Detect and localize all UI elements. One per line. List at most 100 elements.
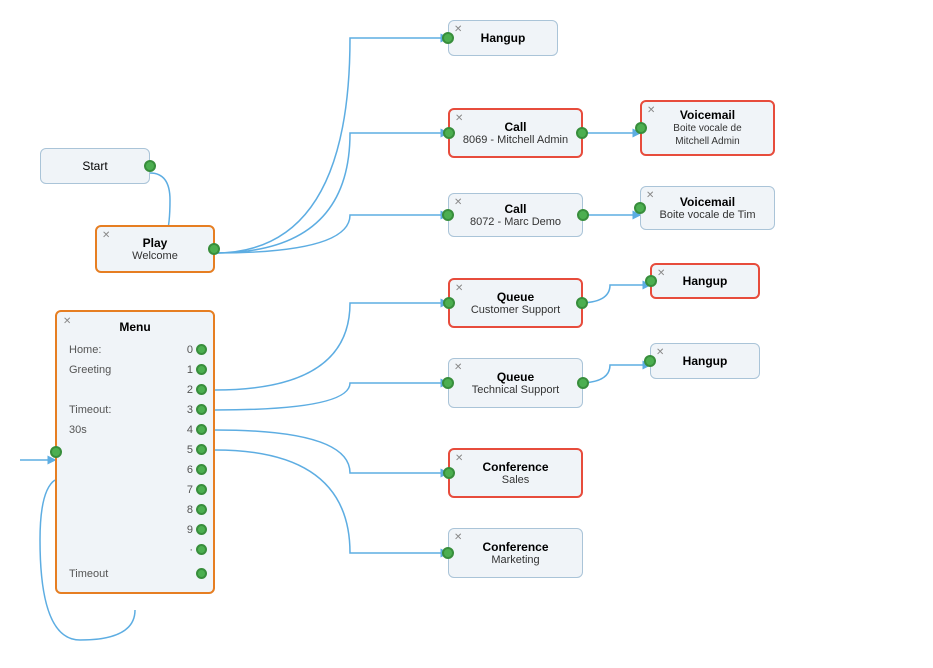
menu-close-icon[interactable]: ✕ <box>63 316 71 327</box>
menu-row-4: 30s 4 <box>69 420 201 440</box>
hangup-top-input-port[interactable] <box>442 32 454 44</box>
menu-title: Menu <box>69 320 201 334</box>
conf-sales-input-port[interactable] <box>443 467 455 479</box>
play-welcome-output-port[interactable] <box>208 243 220 255</box>
hangup-cs-label: Hangup <box>683 274 728 288</box>
hangup-cs-node[interactable]: ✕ Hangup <box>650 263 760 299</box>
menu-num-5: 5 <box>187 444 193 456</box>
queue-ts-sub: Technical Support <box>472 384 559 396</box>
menu-port-5[interactable] <box>196 444 207 455</box>
call-8069-close-icon[interactable]: ✕ <box>455 113 463 124</box>
menu-row-2: 2 <box>69 380 201 400</box>
queue-cs-sub: Customer Support <box>471 304 560 316</box>
voicemail-tim-node[interactable]: ✕ Voicemail Boite vocale de Tim <box>640 186 775 230</box>
menu-port-3[interactable] <box>196 404 207 415</box>
menu-row-3: Timeout: 3 <box>69 400 201 420</box>
menu-num-8: 8 <box>187 504 193 516</box>
conf-marketing-sub: Marketing <box>491 554 539 566</box>
call-8069-sub: 8069 - Mitchell Admin <box>463 134 568 146</box>
hangup-ts-label: Hangup <box>683 354 728 368</box>
voicemail-tim-input-port[interactable] <box>634 202 646 214</box>
hangup-ts-input-port[interactable] <box>644 355 656 367</box>
hangup-ts-close-icon[interactable]: ✕ <box>656 347 664 358</box>
voicemail-mitchell-node[interactable]: ✕ Voicemail Boite vocale deMitchell Admi… <box>640 100 775 156</box>
flow-canvas: Start ✕ Play Welcome ✕ Hangup ✕ Call 806… <box>0 0 933 668</box>
menu-label-home: Home: <box>69 344 101 356</box>
conf-marketing-node[interactable]: ✕ Conference Marketing <box>448 528 583 578</box>
queue-ts-title: Queue <box>497 370 534 384</box>
voicemail-tim-sub: Boite vocale de Tim <box>660 209 756 221</box>
call-8072-sub: 8072 - Marc Demo <box>470 216 561 228</box>
hangup-top-node[interactable]: ✕ Hangup <box>448 20 558 56</box>
menu-num-4: 4 <box>187 424 193 436</box>
voicemail-tim-close-icon[interactable]: ✕ <box>646 190 654 201</box>
menu-port-6[interactable] <box>196 464 207 475</box>
menu-node[interactable]: ✕ Menu Home: 0 Greeting 1 2 Timeout: 3 3… <box>55 310 215 594</box>
menu-row-7: 7 <box>69 480 201 500</box>
queue-ts-output-port[interactable] <box>577 377 589 389</box>
menu-label-timeout-row: Timeout <box>69 568 108 580</box>
menu-port-dot[interactable] <box>196 544 207 555</box>
call-8072-node[interactable]: ✕ Call 8072 - Marc Demo <box>448 193 583 237</box>
hangup-cs-input-port[interactable] <box>645 275 657 287</box>
menu-port-4[interactable] <box>196 424 207 435</box>
play-welcome-node[interactable]: ✕ Play Welcome <box>95 225 215 273</box>
queue-cs-input-port[interactable] <box>443 297 455 309</box>
menu-port-8[interactable] <box>196 504 207 515</box>
call-8072-output-port[interactable] <box>577 209 589 221</box>
conf-sales-sub: Sales <box>502 474 530 486</box>
hangup-ts-node[interactable]: ✕ Hangup <box>650 343 760 379</box>
call-8072-input-port[interactable] <box>442 209 454 221</box>
queue-cs-title: Queue <box>497 290 534 304</box>
menu-port-1[interactable] <box>196 364 207 375</box>
menu-label-timeout: Timeout: <box>69 404 111 416</box>
menu-input-port[interactable] <box>50 446 62 458</box>
menu-num-1: 1 <box>187 364 193 376</box>
queue-ts-close-icon[interactable]: ✕ <box>454 362 462 373</box>
start-output-port[interactable] <box>144 160 156 172</box>
conf-marketing-close-icon[interactable]: ✕ <box>454 532 462 543</box>
queue-ts-input-port[interactable] <box>442 377 454 389</box>
queue-cs-close-icon[interactable]: ✕ <box>455 283 463 294</box>
menu-num-3: 3 <box>187 404 193 416</box>
call-8072-title: Call <box>504 202 526 216</box>
menu-num-6: 6 <box>187 464 193 476</box>
menu-row-dot: · <box>69 540 201 560</box>
call-8069-input-port[interactable] <box>443 127 455 139</box>
menu-num-9: 9 <box>187 524 193 536</box>
call-8069-output-port[interactable] <box>576 127 588 139</box>
start-label: Start <box>82 159 107 173</box>
menu-row-0: Home: 0 <box>69 340 201 360</box>
call-8069-node[interactable]: ✕ Call 8069 - Mitchell Admin <box>448 108 583 158</box>
conf-marketing-input-port[interactable] <box>442 547 454 559</box>
play-welcome-sub: Welcome <box>132 250 178 262</box>
menu-num-dot: · <box>189 544 193 556</box>
voicemail-mitchell-input-port[interactable] <box>635 122 647 134</box>
conf-sales-title: Conference <box>482 460 548 474</box>
voicemail-mitchell-title: Voicemail <box>680 108 735 122</box>
hangup-cs-close-icon[interactable]: ✕ <box>657 268 665 279</box>
voicemail-mitchell-close-icon[interactable]: ✕ <box>647 105 655 116</box>
menu-row-1: Greeting 1 <box>69 360 201 380</box>
menu-port-2[interactable] <box>196 384 207 395</box>
voicemail-tim-title: Voicemail <box>680 195 735 209</box>
menu-port-0[interactable] <box>196 344 207 355</box>
menu-port-9[interactable] <box>196 524 207 535</box>
menu-label-30s: 30s <box>69 424 87 436</box>
queue-cs-node[interactable]: ✕ Queue Customer Support <box>448 278 583 328</box>
call-8072-close-icon[interactable]: ✕ <box>454 197 462 208</box>
queue-cs-output-port[interactable] <box>576 297 588 309</box>
menu-row-9: 9 <box>69 520 201 540</box>
menu-port-timeout[interactable] <box>196 568 207 579</box>
menu-label-greeting: Greeting <box>69 364 111 376</box>
queue-ts-node[interactable]: ✕ Queue Technical Support <box>448 358 583 408</box>
menu-port-7[interactable] <box>196 484 207 495</box>
conf-sales-close-icon[interactable]: ✕ <box>455 453 463 464</box>
play-welcome-close-icon[interactable]: ✕ <box>102 230 110 241</box>
hangup-top-close-icon[interactable]: ✕ <box>454 24 462 35</box>
start-node[interactable]: Start <box>40 148 150 184</box>
menu-row-5: 5 <box>69 440 201 460</box>
menu-row-timeout: Timeout <box>69 564 201 584</box>
voicemail-mitchell-sub: Boite vocale deMitchell Admin <box>673 122 741 148</box>
conf-sales-node[interactable]: ✕ Conference Sales <box>448 448 583 498</box>
